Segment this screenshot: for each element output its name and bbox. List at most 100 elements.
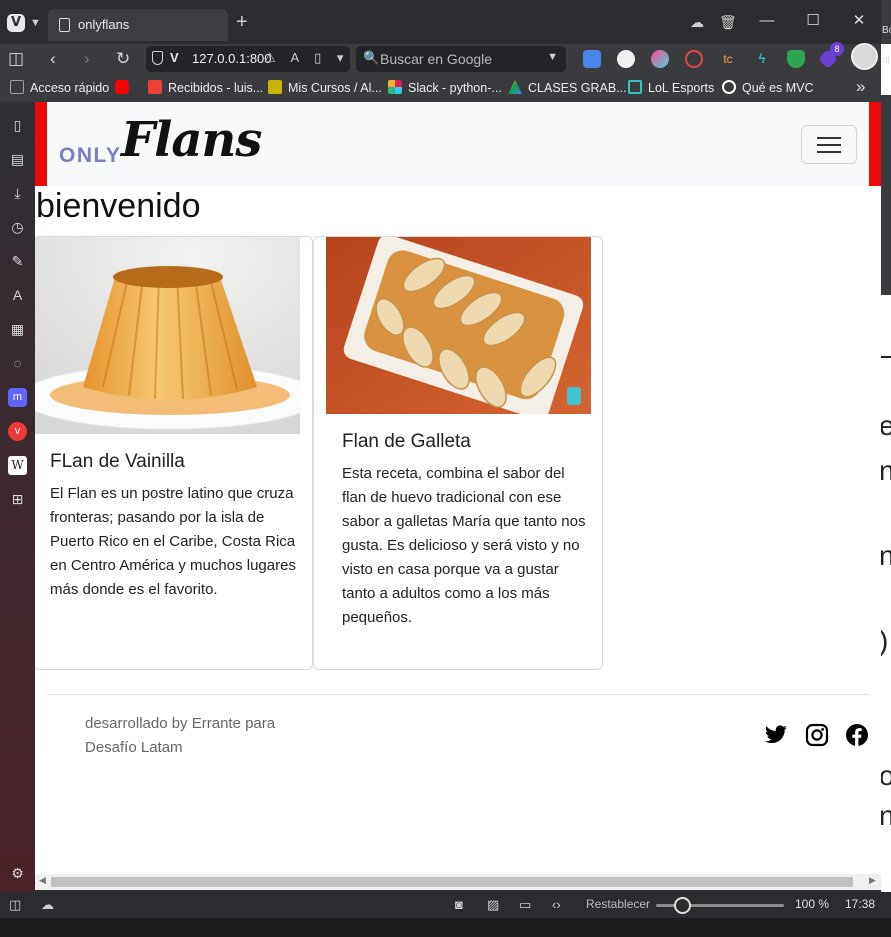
gmail-icon [148,80,162,94]
bg-window-text: n [881,800,891,831]
more-bookmarks-icon[interactable]: » [856,77,865,97]
translate-extension-icon[interactable] [583,50,601,68]
zoom-level: 100 % [795,897,830,911]
tab-onlyflans[interactable]: onlyflans [48,9,228,41]
search-input[interactable] [380,49,540,69]
panel-toggle-icon[interactable]: ◫ [9,897,21,913]
url-text[interactable]: 127.0.0.1:800 [192,51,272,66]
page-tiling-icon[interactable]: ▭ [519,897,531,913]
back-button[interactable]: ‹ [50,49,56,69]
accent-bar-right [869,102,881,186]
cloud-sync-icon[interactable]: ☁ [41,897,54,913]
wikipedia-icon[interactable]: W [8,456,27,475]
reading-list-icon[interactable]: ▤ [8,150,27,169]
bg-window-titlebar [881,0,891,44]
translate-icon[interactable]: A [8,286,27,305]
extension-icon[interactable] [617,50,635,68]
reload-button[interactable]: ↻ [116,49,130,69]
clock: 17:38 [845,897,876,911]
bookmark-icon[interactable]: ▯ [8,116,27,135]
horizontal-scrollbar[interactable]: ◀ ▶ [35,874,881,890]
logo-flans: Flans [121,112,262,168]
extension-icon[interactable]: ϟ [753,50,771,68]
bookmark-item[interactable] [115,80,135,95]
page-title: bienvenido [36,187,201,225]
bookmark-label: Qué es MVC [742,81,814,95]
cloud-icon[interactable]: ☁ [690,13,704,31]
flan-galleta-image [326,237,591,414]
minimize-button[interactable]: — [757,11,777,31]
search-field[interactable]: 🔍 ▼ [356,46,566,72]
bookmark-label: Mis Cursos / Al... [288,81,382,95]
vivaldi-menu-button[interactable]: V [7,14,25,32]
bg-window-text: o [881,760,891,791]
slack-icon [388,80,402,94]
search-icon: 🔍 [363,50,380,65]
camera-icon[interactable]: ◙ [455,897,463,912]
address-actions[interactable]: ⚠ A ▯ ▾ [264,50,349,66]
code-icon[interactable]: ‹› [552,897,561,912]
scrollbar-thumb[interactable] [51,877,853,887]
extension-icon[interactable] [651,50,669,68]
chevron-down-icon[interactable]: ▼ [547,51,558,63]
maximize-button[interactable]: ☐ [803,11,823,31]
flan-galleta-illustration [326,237,591,414]
mvc-icon [722,80,736,94]
extension-icon[interactable]: tc [719,50,737,68]
site-logo[interactable]: ONLY Flans [59,112,269,178]
bookmark-item[interactable]: LoL Esports [628,80,714,95]
add-panel-icon[interactable]: ⊞ [8,490,27,509]
trash-icon[interactable]: 🗑 [719,13,737,31]
gear-icon[interactable]: ⚙ [8,864,27,883]
shield-extension-icon[interactable] [787,50,805,68]
shield-icon[interactable] [152,51,163,65]
bookmark-item[interactable]: Recibidos - luis... [148,80,263,95]
forward-button[interactable]: › [84,49,90,69]
image-icon[interactable]: ▨ [487,897,499,913]
bookmark-item[interactable]: Slack - python-... [388,80,502,95]
address-field[interactable]: V 127.0.0.1:800 ⚠ A ▯ ▾ [146,46,350,72]
bg-window-panel [881,95,891,295]
status-bar: ◫ ☁ ◙ ▨ ▭ ‹› Restablecer 100 % 17:38 [0,892,891,918]
bg-window-text: n [881,540,891,571]
bg-window-text: ol [882,55,890,66]
scroll-right-icon[interactable]: ▶ [869,875,876,886]
logo-only: ONLY [59,144,122,167]
close-button[interactable]: ✕ [849,11,869,31]
side-panel: ▯ ▤ ⤓ ◷ ✎ A ▦ ◌ m v W ⊞ ⚙ [0,102,35,892]
download-icon[interactable]: ⤓ [8,184,27,203]
panel-toggle-icon[interactable]: ◫ [8,49,24,69]
notes-icon[interactable]: ✎ [8,252,27,271]
instagram-icon[interactable] [805,723,829,747]
chevron-down-icon[interactable]: ▼ [30,14,41,32]
profile-avatar[interactable] [851,43,878,70]
bookmark-item[interactable]: Mis Cursos / Al... [268,80,382,95]
site-navbar: ONLY Flans [35,102,881,186]
bookmark-item[interactable]: Acceso rápido [10,80,109,95]
scroll-left-icon[interactable]: ◀ [39,875,46,886]
bookmark-item[interactable]: Qué es MVC [722,80,814,95]
bookmarks-bar: Acceso rápido Recibidos - luis... Mis Cu… [0,74,891,102]
background-window: Bo ol e n, n ) o n [881,0,891,892]
youtube-icon [115,80,129,94]
card-text: El Flan es un postre latino que cruza fr… [50,485,296,598]
bookmark-label: LoL Esports [648,81,715,95]
new-tab-button[interactable]: + [236,12,248,32]
flan-card: Flan de Galleta Esta receta, combina el … [313,236,603,670]
extension-icon[interactable] [685,50,703,68]
zoom-reset-button[interactable]: Restablecer [586,897,650,911]
taskbar [0,918,891,937]
bookmark-item[interactable]: CLASES GRAB... [508,80,627,95]
history-icon[interactable]: ◷ [8,218,27,237]
hamburger-menu-button[interactable] [801,125,857,164]
twitter-icon[interactable] [764,723,788,747]
zoom-slider-handle[interactable] [674,897,691,914]
bookmark-label: Slack - python-... [408,81,502,95]
calendar-icon[interactable]: ▦ [8,320,27,339]
flan-vainilla-illustration [35,237,300,434]
chat-icon[interactable]: ◌ [8,354,27,373]
mastodon-icon[interactable]: m [8,388,27,407]
tab-title: onlyflans [78,17,130,32]
facebook-icon[interactable] [845,723,869,747]
vivaldi-icon[interactable]: v [8,422,27,441]
